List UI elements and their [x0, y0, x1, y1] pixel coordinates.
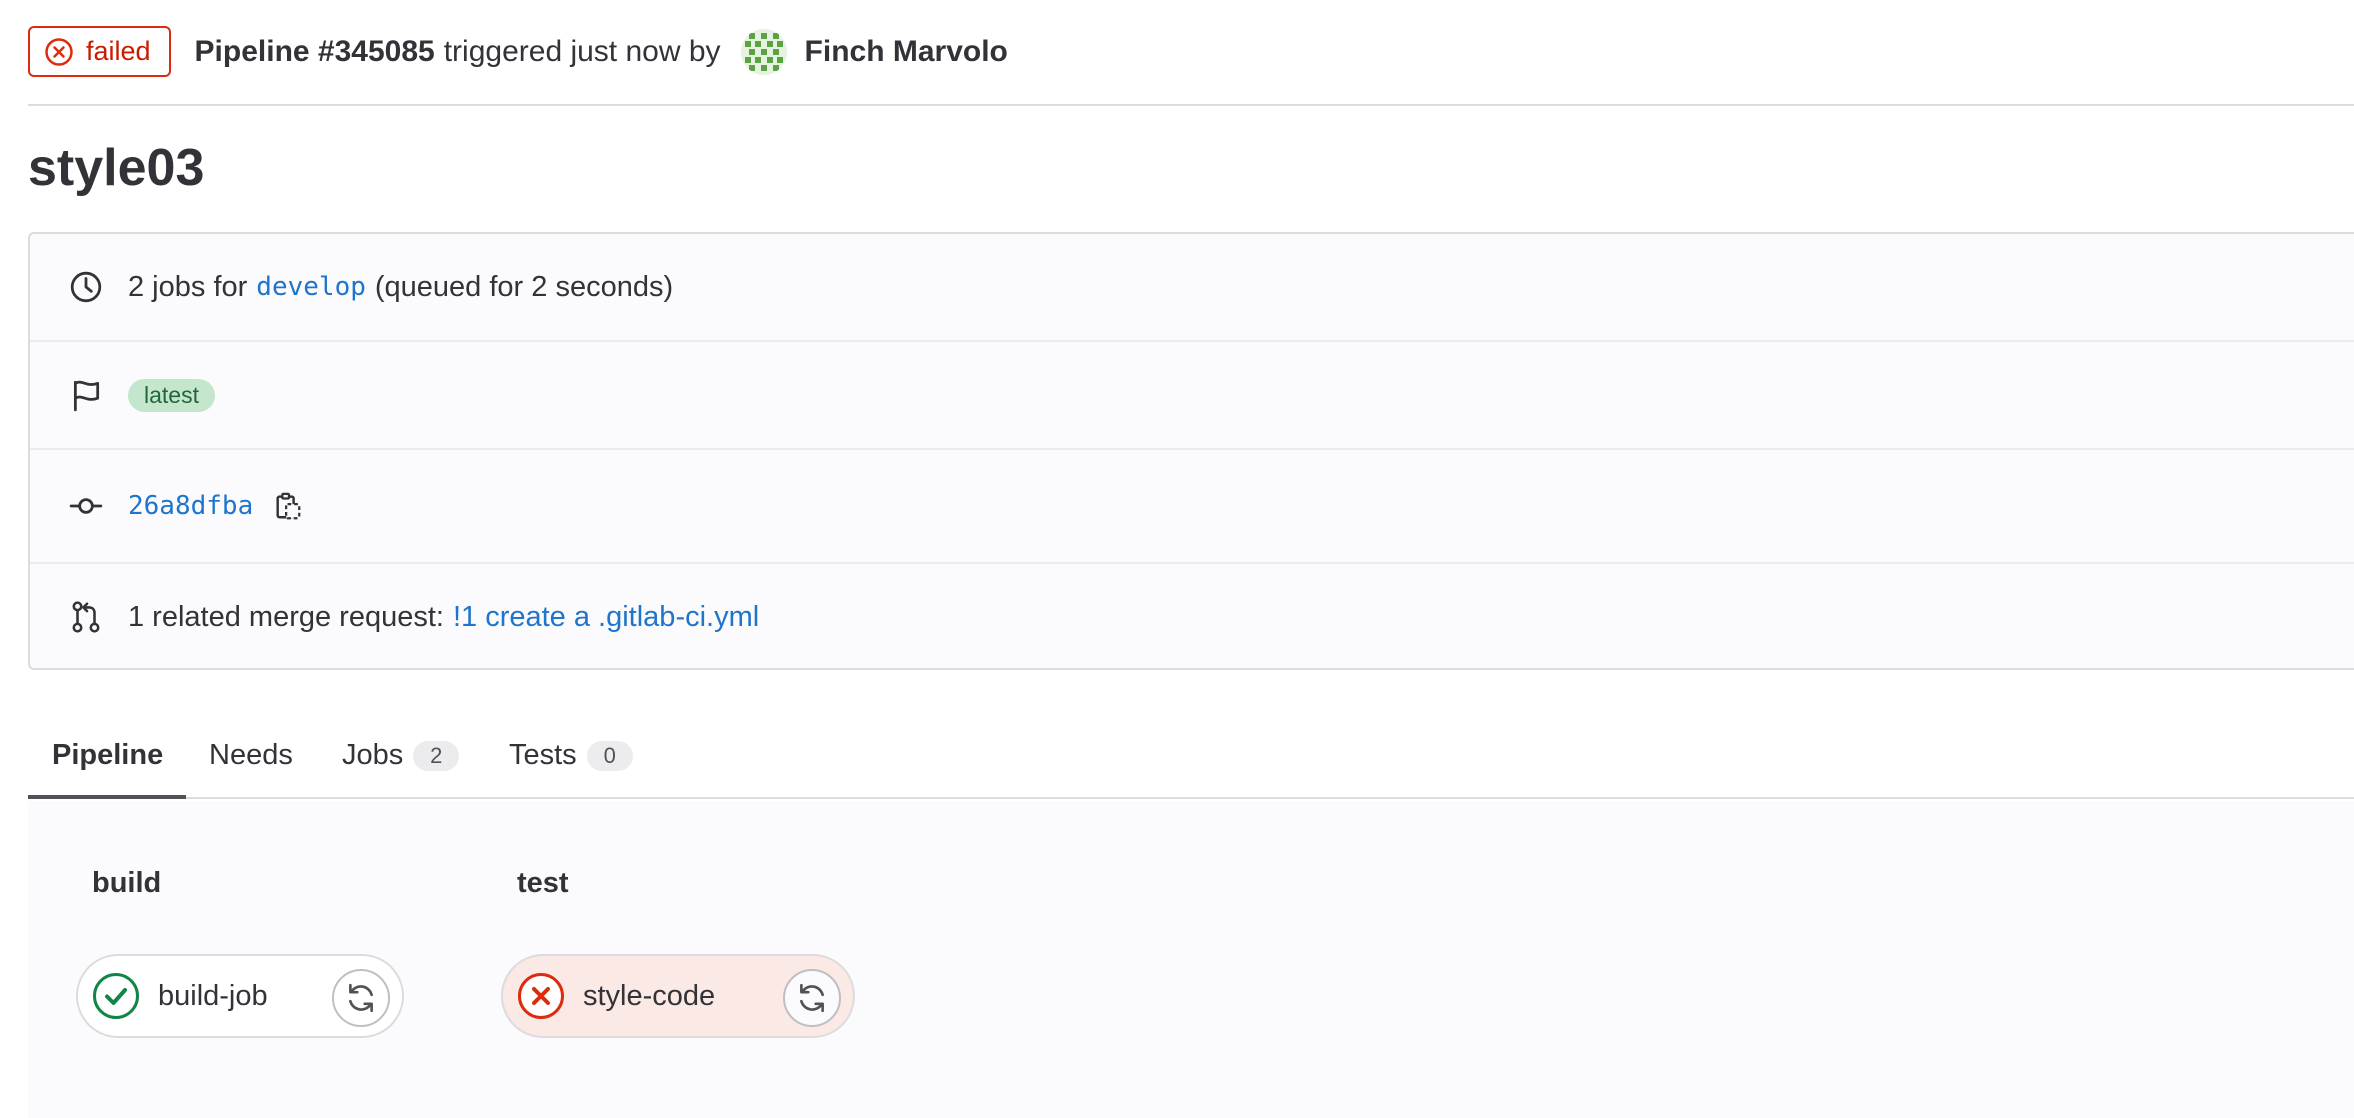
- tag-row: latest: [30, 342, 2354, 450]
- pipeline-info-panel: 2 jobs for develop (queued for 2 seconds…: [28, 232, 2354, 670]
- retry-button[interactable]: [783, 969, 841, 1027]
- tests-count-badge: 0: [586, 740, 633, 771]
- latest-badge: latest: [128, 378, 215, 412]
- clock-icon: [68, 269, 104, 305]
- page-title: style03: [28, 139, 205, 197]
- header-summary: Pipeline #345085 triggered just now by: [195, 26, 721, 77]
- retry-icon: [800, 983, 824, 1013]
- branch-link[interactable]: develop: [256, 272, 366, 302]
- merge-request-icon: [68, 599, 104, 635]
- job-style-code[interactable]: style-code: [501, 954, 855, 1038]
- jobs-count-text: 2 jobs for: [128, 270, 248, 303]
- merge-request-text: 1 related merge request:: [128, 600, 444, 633]
- merge-request-info: 1 related merge request: !1 create a .gi…: [128, 601, 759, 634]
- queue-info: 2 jobs for develop (queued for 2 seconds…: [128, 271, 673, 304]
- tab-label: Jobs: [342, 739, 404, 771]
- queued-text: (queued for 2 seconds): [374, 270, 674, 303]
- stage-title-build: build: [92, 867, 162, 899]
- avatar[interactable]: [740, 29, 787, 75]
- copy-to-clipboard-icon[interactable]: [271, 489, 305, 523]
- job-build-job[interactable]: build-job: [76, 954, 404, 1038]
- tab-label: Tests: [509, 739, 577, 771]
- stage-title-test: test: [517, 867, 569, 899]
- status-label: failed: [86, 36, 151, 66]
- queue-row: 2 jobs for develop (queued for 2 seconds…: [30, 234, 2354, 342]
- job-name: build-job: [158, 979, 268, 1012]
- commit-icon: [68, 488, 104, 524]
- jobs-count-badge: 2: [413, 740, 460, 771]
- tab-needs[interactable]: Needs: [209, 712, 293, 799]
- tag-info: latest: [128, 378, 215, 412]
- author-link[interactable]: Finch Marvolo: [805, 26, 1008, 77]
- merge-request-row: 1 related merge request: !1 create a .gi…: [30, 564, 2354, 670]
- pipeline-header: failed Pipeline #345085 triggered just n…: [28, 26, 2354, 106]
- merge-request-link[interactable]: !1 create a .gitlab-ci.yml: [453, 601, 759, 634]
- status-badge[interactable]: failed: [28, 26, 171, 77]
- triggered-text: triggered just now by: [443, 34, 721, 68]
- commit-row: 26a8dfba: [30, 450, 2354, 564]
- commit-info: 26a8dfba: [128, 489, 305, 523]
- tab-jobs[interactable]: Jobs 2: [342, 712, 460, 799]
- tab-pipeline[interactable]: Pipeline: [52, 712, 163, 799]
- identicon-avatar-icon: [740, 29, 787, 75]
- status-success-icon: [93, 973, 139, 1019]
- pipeline-id: Pipeline #345085: [194, 34, 435, 68]
- job-name: style-code: [583, 979, 716, 1012]
- retry-button[interactable]: [332, 969, 390, 1027]
- retry-icon: [349, 983, 373, 1013]
- pipeline-graph: build build-job test style-code: [28, 801, 2354, 1118]
- tab-label: Pipeline: [52, 739, 164, 771]
- active-tab-indicator: [28, 795, 186, 799]
- tab-tests[interactable]: Tests 0: [509, 712, 633, 799]
- status-failed-icon: [518, 973, 564, 1019]
- commit-sha-link[interactable]: 26a8dfba: [128, 491, 253, 521]
- pipeline-tabs: Pipeline Needs Jobs 2 Tests 0: [28, 712, 2354, 799]
- status-failed-icon: [45, 37, 73, 66]
- flag-icon: [68, 377, 104, 413]
- tab-label: Needs: [209, 739, 293, 771]
